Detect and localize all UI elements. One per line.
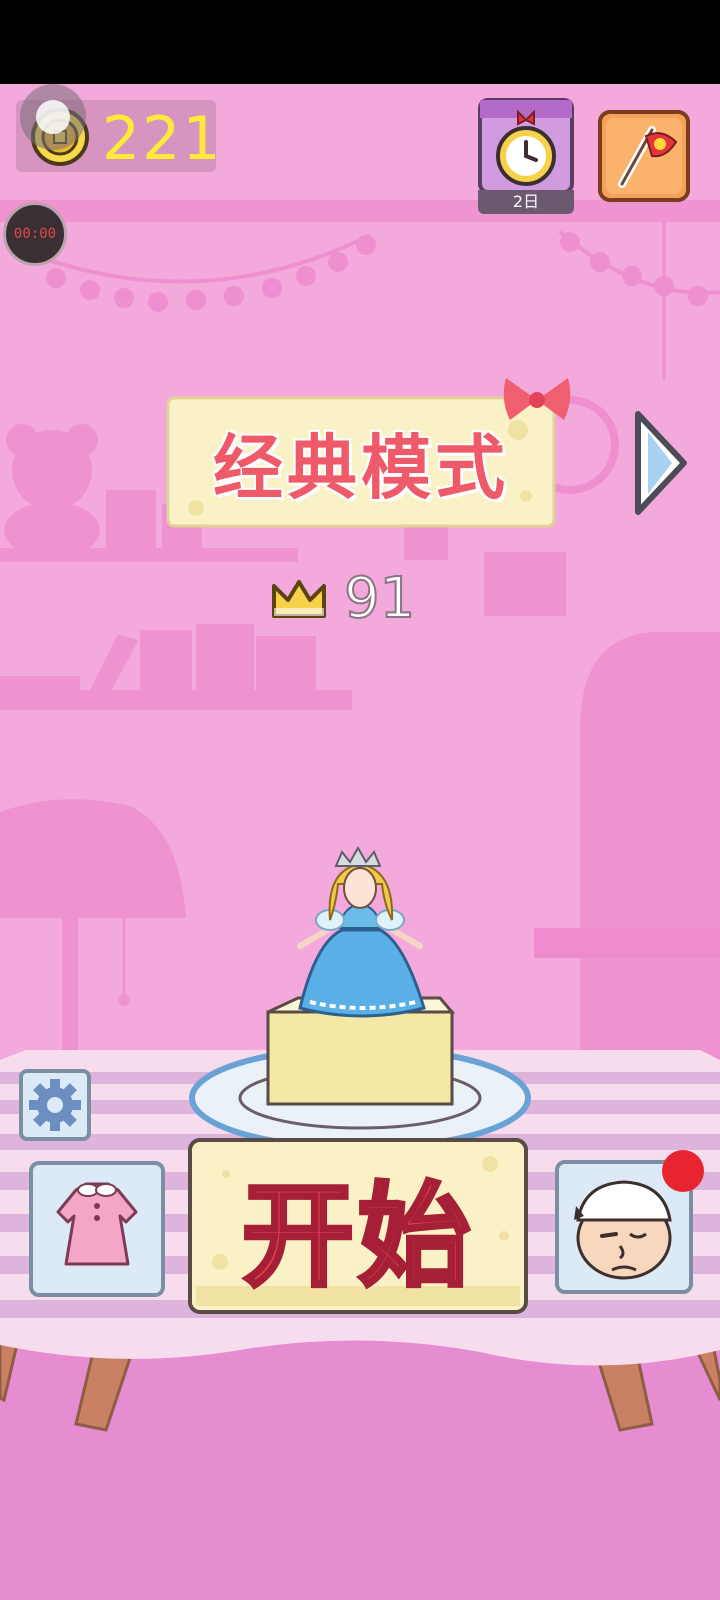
arch-decoration (580, 632, 720, 1060)
next-mode-button[interactable] (632, 408, 692, 518)
chef-face-icon (574, 1180, 672, 1280)
best-score: 91 (343, 565, 416, 632)
start-button-label: 开始 (240, 1170, 474, 1304)
coin-count: 221 (102, 104, 223, 174)
chevron-right-icon (635, 411, 687, 515)
floating-assist-dot (36, 100, 70, 134)
game-background (0, 0, 720, 1600)
wardrobe-button[interactable] (28, 1160, 166, 1298)
mode-title: 经典模式 (213, 426, 509, 509)
status-bar (0, 0, 720, 84)
daily-reward-button[interactable] (478, 98, 574, 194)
notification-badge (662, 1150, 704, 1192)
flag-button[interactable] (596, 108, 692, 204)
crown-icon (272, 580, 326, 618)
gear-icon (29, 1079, 81, 1131)
daily-reward-label: 2日 (478, 190, 574, 214)
settings-button[interactable] (18, 1068, 92, 1142)
timer[interactable]: 00:00 (3, 202, 67, 266)
